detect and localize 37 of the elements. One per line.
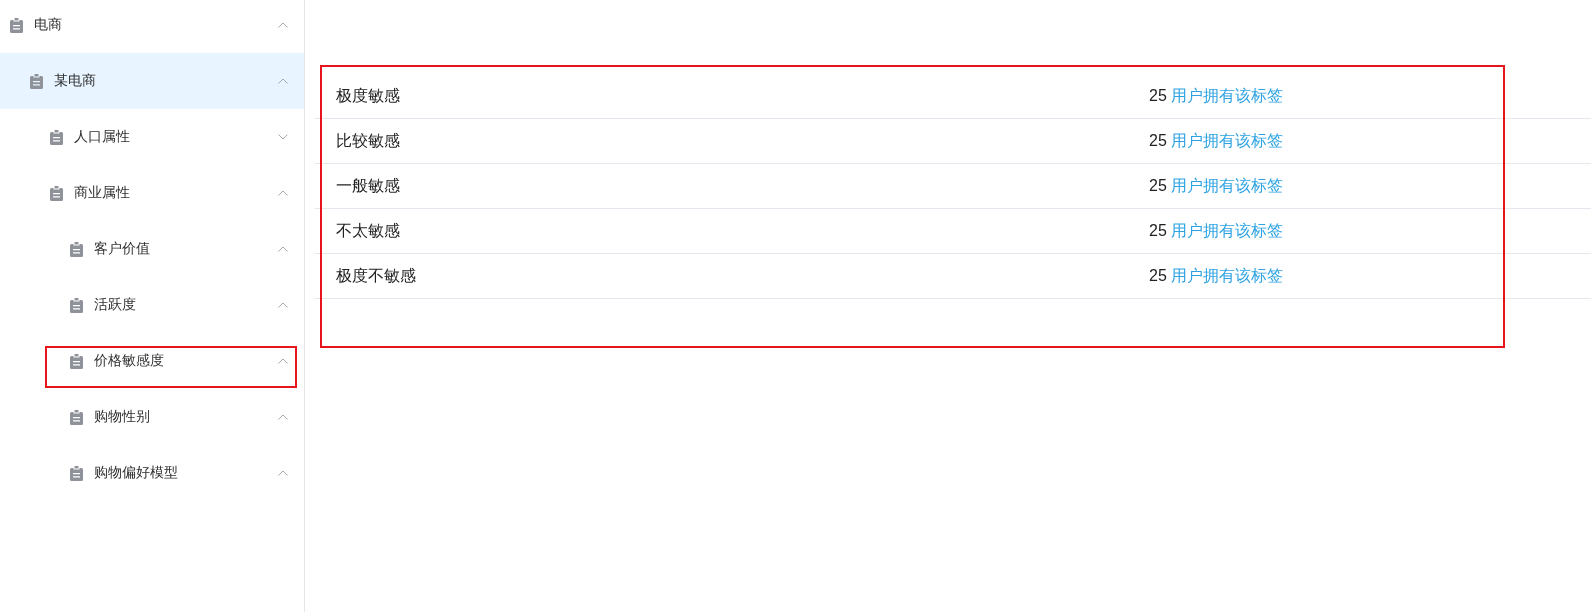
chevron-icon[interactable] [278,190,288,196]
chevron-icon[interactable] [278,302,288,308]
chevron-icon[interactable] [278,246,288,252]
clipboard-icon [10,17,23,33]
sidebar-item[interactable]: 客户价值 [0,221,304,277]
clipboard-icon [50,129,63,145]
sidebar-item[interactable]: 某电商 [0,53,304,109]
clipboard-icon [50,185,63,201]
clipboard-icon [70,297,83,313]
tag-name: 不太敏感 [336,221,400,239]
sidebar-item[interactable]: 人口属性 [0,109,304,165]
tag-name: 极度敏感 [336,86,400,104]
tag-name: 极度不敏感 [336,266,416,284]
clipboard-icon [70,409,83,425]
user-count: 25 [1149,266,1167,284]
clipboard-icon [70,353,83,369]
tag-name: 比较敏感 [336,131,400,149]
chevron-icon[interactable] [278,22,288,28]
sidebar-item[interactable]: 电商 [0,0,304,53]
sidebar-item[interactable]: 活跃度 [0,277,304,333]
chevron-icon[interactable] [278,470,288,476]
sidebar-item[interactable]: 价格敏感度 [0,333,304,389]
sidebar-item[interactable]: 购物偏好模型 [0,445,304,501]
chevron-icon[interactable] [278,414,288,420]
chevron-icon[interactable] [278,134,288,140]
tag-name: 一般敏感 [336,176,400,194]
clipboard-icon [70,241,83,257]
user-count: 25 [1149,221,1167,239]
user-count: 25 [1149,131,1167,149]
sidebar-item[interactable]: 购物性别 [0,389,304,445]
clipboard-icon [30,73,43,89]
chevron-icon[interactable] [278,78,288,84]
user-count: 25 [1149,176,1167,194]
chevron-icon[interactable] [278,358,288,364]
sidebar-item[interactable]: 商业属性 [0,165,304,221]
user-count: 25 [1149,86,1167,104]
clipboard-icon [70,465,83,481]
